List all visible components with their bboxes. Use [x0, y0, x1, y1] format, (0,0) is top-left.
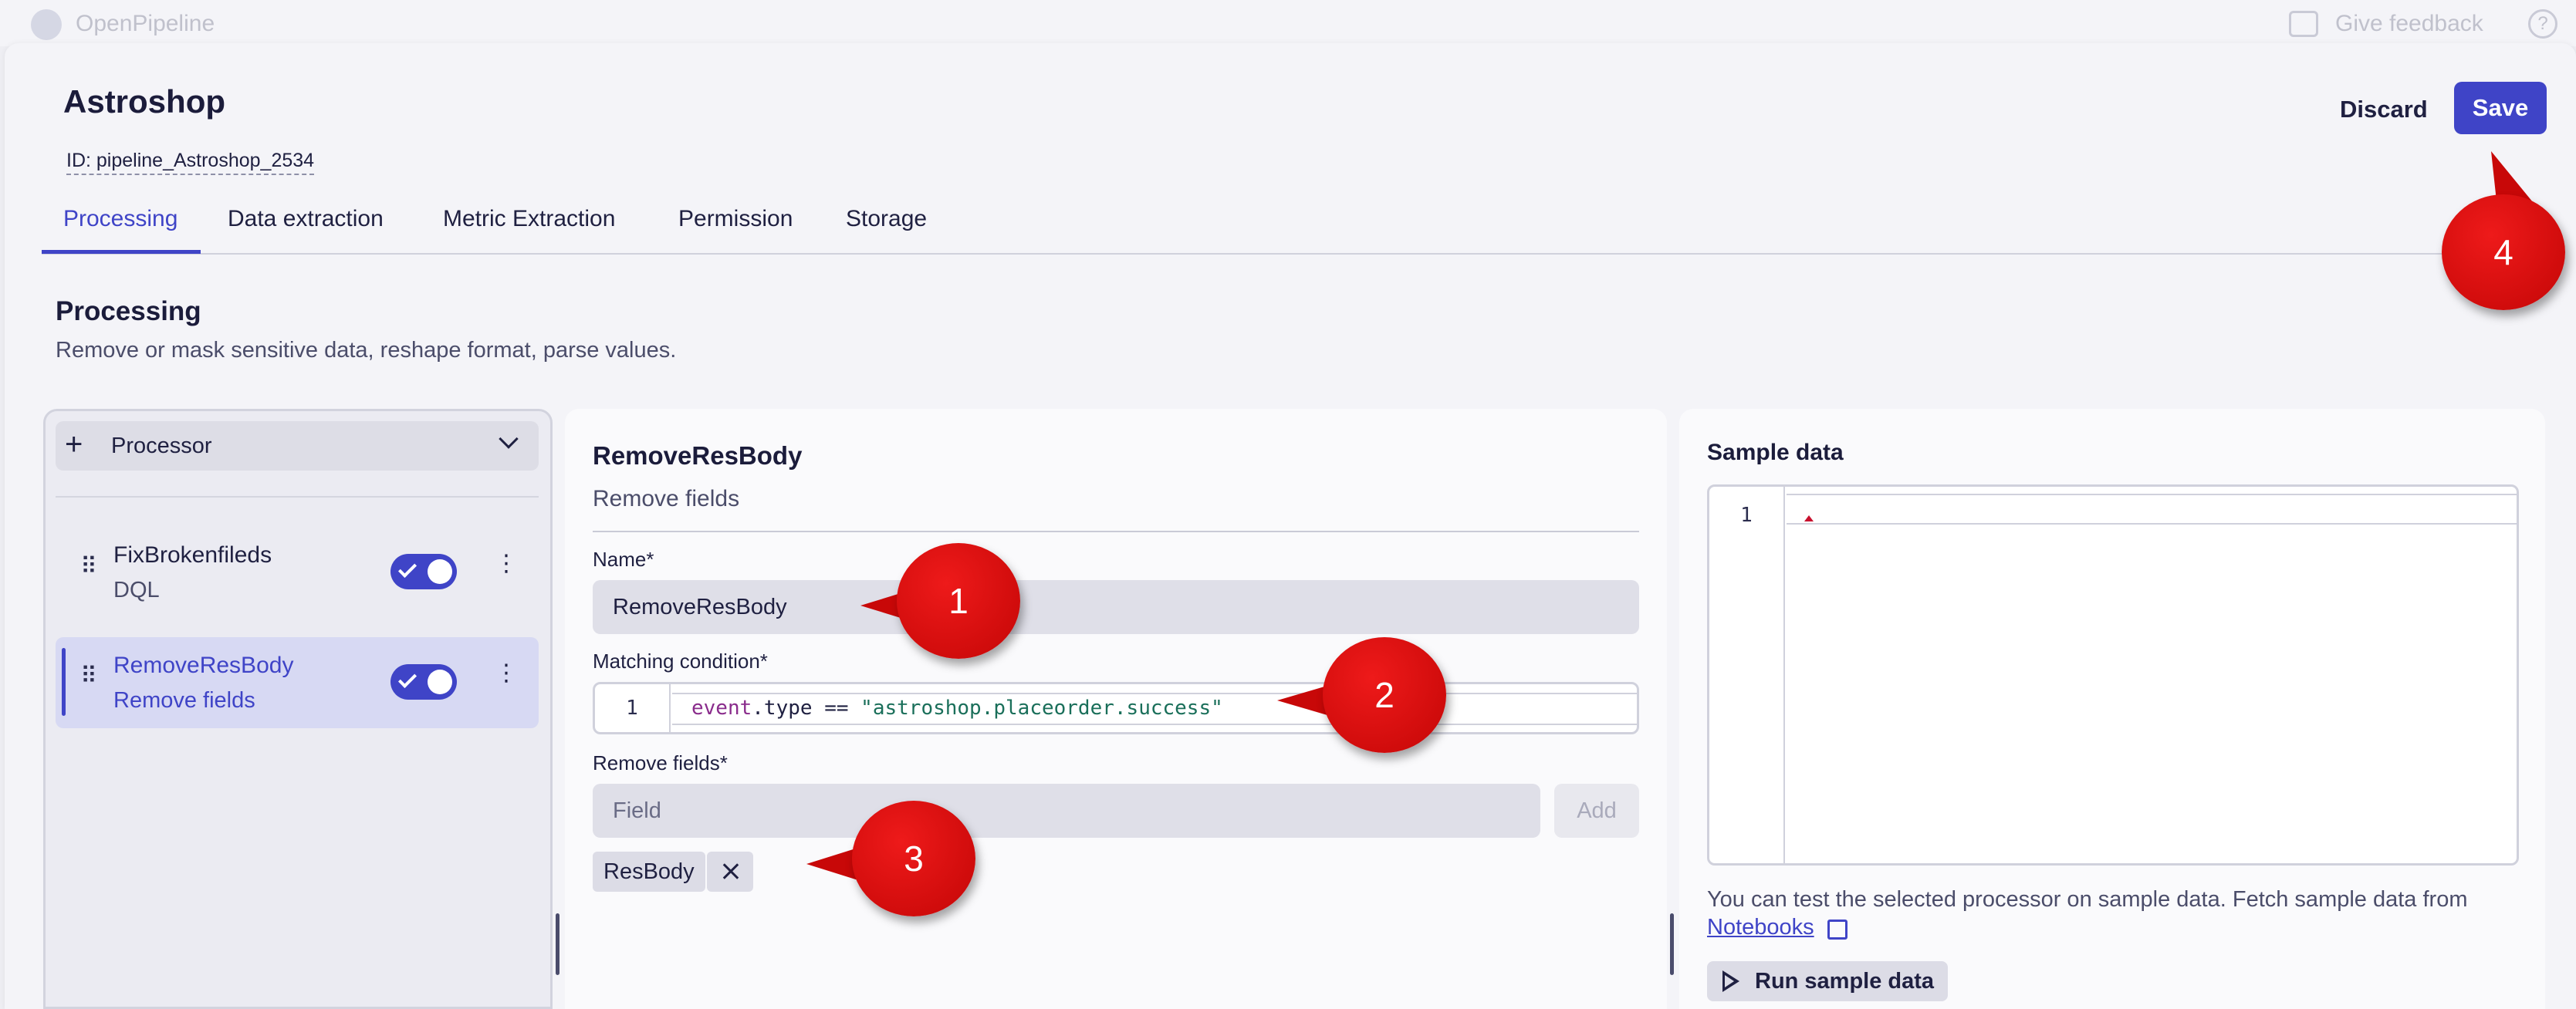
callout-4: 4	[2442, 194, 2565, 310]
callout-1: 1	[897, 543, 1020, 659]
callout-2: 2	[1323, 637, 1446, 753]
callout-3: 3	[852, 801, 975, 916]
callout-pointers	[806, 151, 2533, 881]
